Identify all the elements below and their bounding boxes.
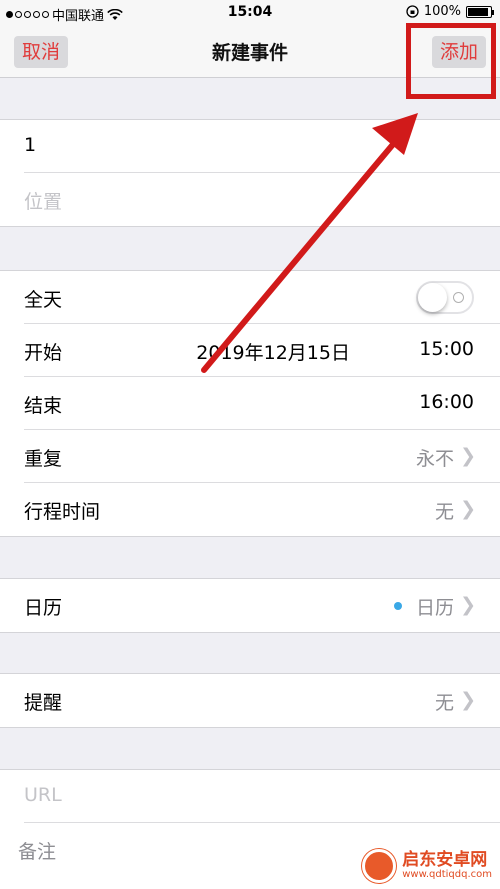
watermark-text: 启东安卓网 www.qdtiqdq.com bbox=[402, 849, 492, 880]
watermark-logo-icon bbox=[362, 849, 397, 883]
watermark-url: www.qdtiqdq.com bbox=[402, 868, 492, 880]
watermark-name: 启东安卓网 bbox=[402, 849, 488, 870]
watermark: 启东安卓网 www.qdtiqdq.com bbox=[362, 849, 492, 883]
annotation-arrow-icon bbox=[201, 113, 418, 373]
